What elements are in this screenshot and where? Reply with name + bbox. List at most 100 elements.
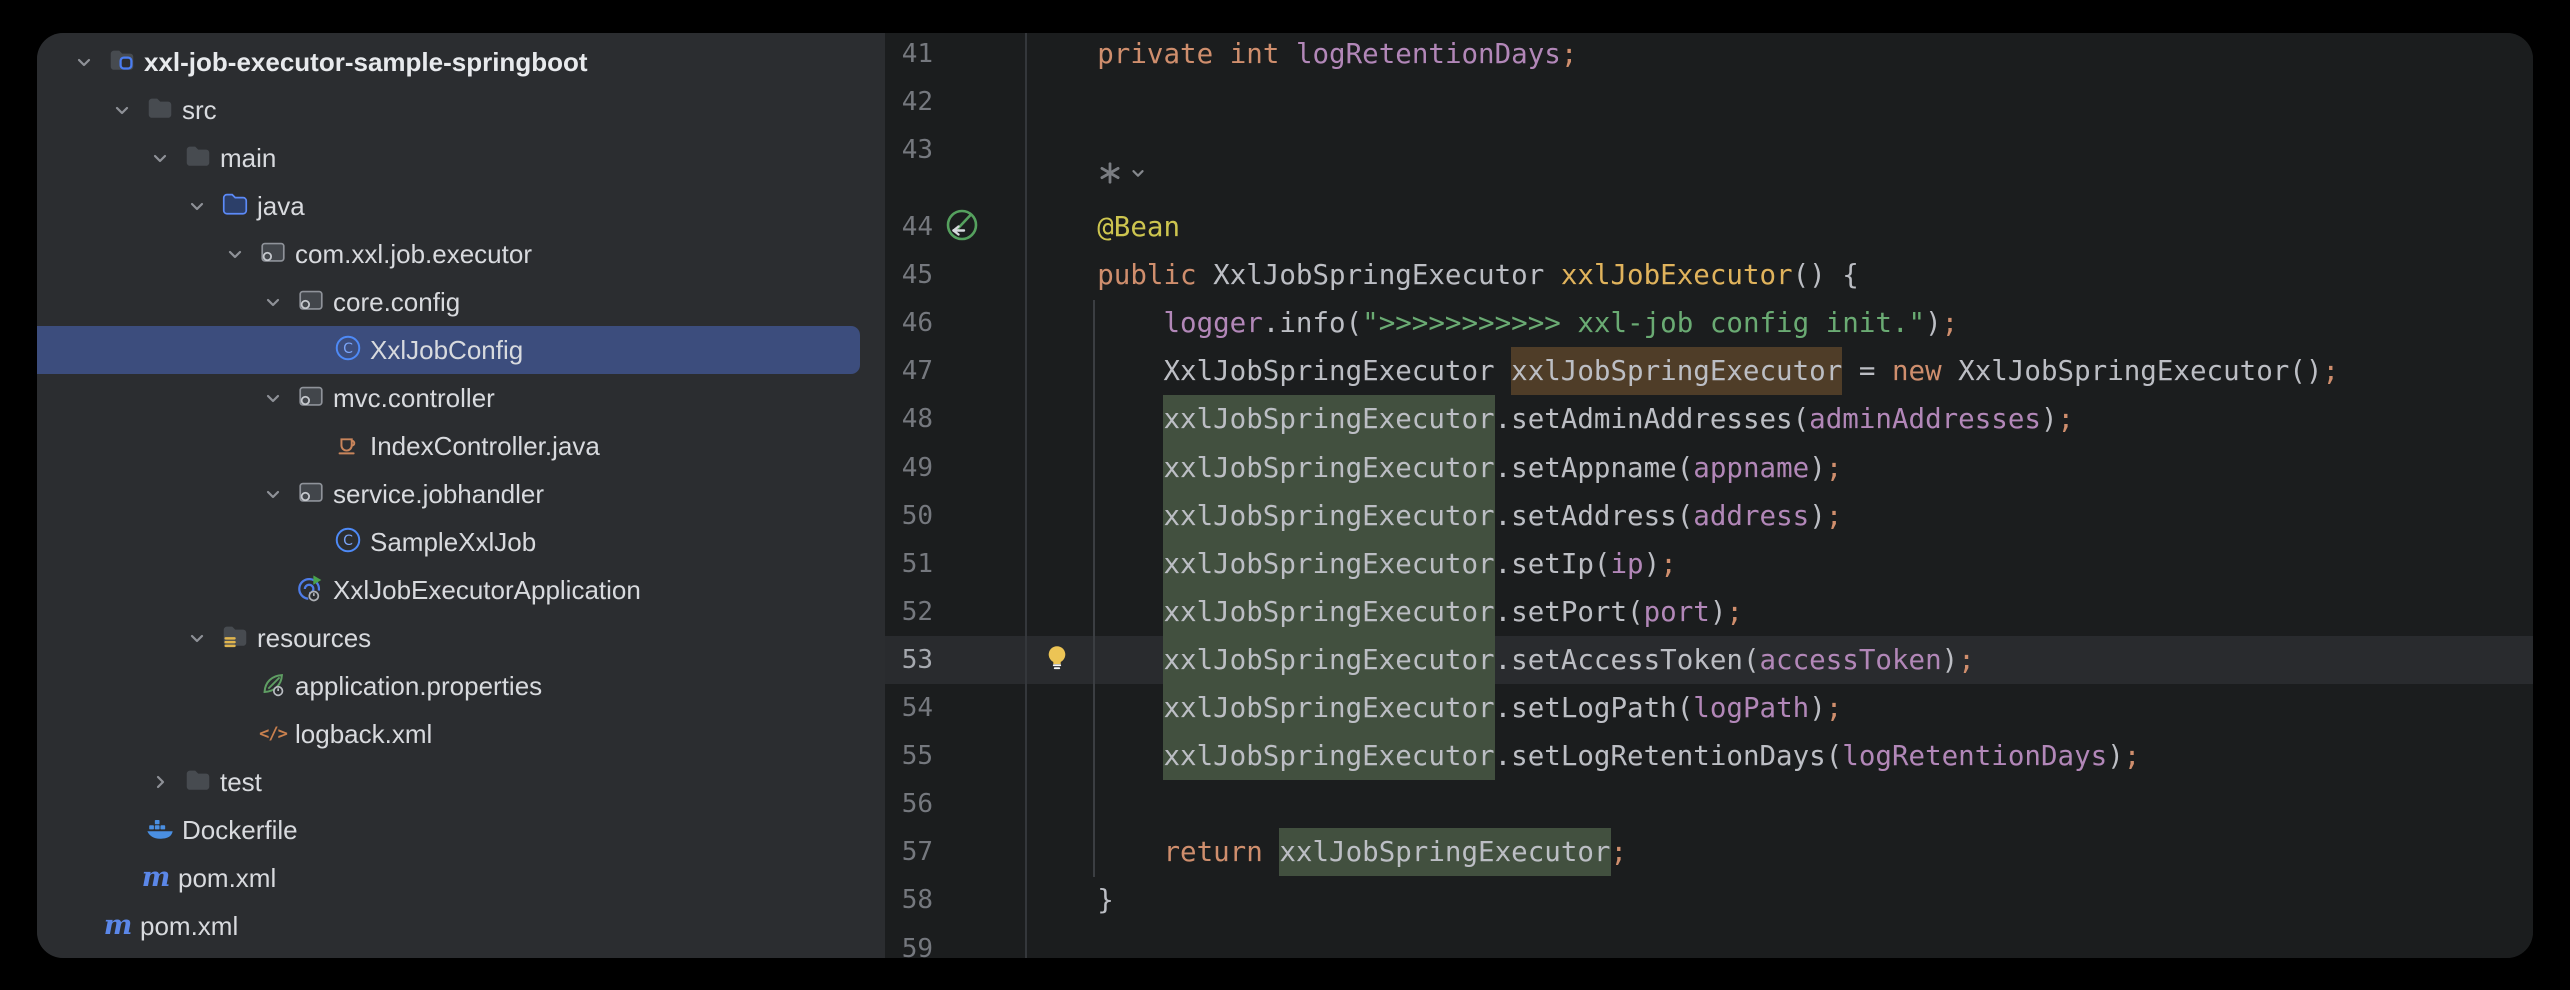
code-token: .setLogPath( <box>1495 692 1694 724</box>
tree-row-application-properties[interactable]: application.properties <box>37 662 885 710</box>
tree-row-core-config[interactable]: core.config <box>37 278 885 326</box>
code-line-54[interactable]: xxlJobSpringExecutor.setLogPath(logPath)… <box>1031 684 1842 732</box>
project-folder-icon <box>107 45 137 80</box>
code-line-51[interactable]: xxlJobSpringExecutor.setIp(ip); <box>1031 540 1677 588</box>
line-number-55[interactable]: 55 <box>885 732 933 780</box>
code-line-52[interactable]: xxlJobSpringExecutor.setPort(port); <box>1031 588 1743 636</box>
chevron-down-icon[interactable] <box>150 148 170 168</box>
chevron-down-icon[interactable] <box>187 628 207 648</box>
code-token: ) <box>1644 548 1661 580</box>
code-token: ) <box>1809 692 1826 724</box>
tree-row-test[interactable]: test <box>37 758 885 806</box>
tree-row-xxl-job-executor-sample-springboot[interactable]: xxl-job-executor-sample-springboot <box>37 38 885 86</box>
tree-row-dockerfile[interactable]: Dockerfile <box>37 806 885 854</box>
line-number-51[interactable]: 51 <box>885 540 933 588</box>
folder-icon-slot <box>145 95 175 125</box>
inlay-chevron-down-icon <box>1129 164 1147 187</box>
tree-row-main[interactable]: main <box>37 134 885 182</box>
code-token <box>1197 259 1214 291</box>
code-token: appname <box>1693 452 1809 484</box>
line-number-54[interactable]: 54 <box>885 684 933 732</box>
code-token <box>1279 38 1296 70</box>
tree-row-label: SampleXxlJob <box>370 518 536 566</box>
tree-row-com-xxl-job-executor[interactable]: com.xxl.job.executor <box>37 230 885 278</box>
chevron-down-icon[interactable] <box>263 388 283 408</box>
code-token: xxlJobSpringExecutor <box>1163 644 1494 676</box>
line-number-44[interactable]: 44 <box>885 203 933 251</box>
code-token: ; <box>2322 355 2339 387</box>
line-number-50[interactable]: 50 <box>885 492 933 540</box>
tree-row-mvc-controller[interactable]: mvc.controller <box>37 374 885 422</box>
lightbulb-gutter-slot[interactable] <box>1042 645 1072 675</box>
spring-bean-gutter-slot[interactable] <box>944 209 980 245</box>
java-file-icon <box>333 429 363 464</box>
code-token: ; <box>2124 740 2141 772</box>
tree-row-label: XxlJobConfig <box>370 326 523 374</box>
code-line-46[interactable]: logger.info(">>>>>>>>>>> xxl-job config … <box>1031 299 1958 347</box>
gutter-separator <box>1025 33 1027 958</box>
code-editor[interactable]: 41 private int logRetentionDays; 4243 44 @… <box>885 33 2533 958</box>
tree-row-java[interactable]: java <box>37 182 885 230</box>
code-line-49[interactable]: xxlJobSpringExecutor.setAppname(appname)… <box>1031 444 1842 492</box>
code-line-55[interactable]: xxlJobSpringExecutor.setLogRetentionDays… <box>1031 732 2140 780</box>
line-number-58[interactable]: 58 <box>885 876 933 924</box>
code-token: xxlJobSpringExecutor <box>1511 355 1842 387</box>
tree-row-src[interactable]: src <box>37 86 885 134</box>
chevron-down-icon[interactable] <box>225 244 245 264</box>
line-number-45[interactable]: 45 <box>885 251 933 299</box>
code-token: .setAddress( <box>1495 500 1694 532</box>
line-number-52[interactable]: 52 <box>885 588 933 636</box>
tree-row-service-jobhandler[interactable]: service.jobhandler <box>37 470 885 518</box>
spring-boot-icon <box>296 573 326 608</box>
line-number-43[interactable]: 43 <box>885 126 933 174</box>
tree-row-pom-xml[interactable]: mpom.xml <box>37 854 885 902</box>
code-line-57[interactable]: return xxlJobSpringExecutor; <box>1031 828 1627 876</box>
project-tree-panel[interactable]: xxl-job-executor-sample-springbootsrcmai… <box>37 33 885 958</box>
code-line-47[interactable]: XxlJobSpringExecutor xxlJobSpringExecuto… <box>1031 347 2339 395</box>
ai-assistant-inlay-icon <box>1097 160 1123 191</box>
chevron-down-icon[interactable] <box>112 100 132 120</box>
tree-row-indexcontroller-java[interactable]: IndexController.java <box>37 422 885 470</box>
maven-icon-slot: m <box>141 863 171 893</box>
tree-row-label: mvc.controller <box>333 374 495 422</box>
chevron-down-icon[interactable] <box>74 52 94 72</box>
code-token: public <box>1097 259 1196 291</box>
line-number-46[interactable]: 46 <box>885 299 933 347</box>
tree-row-xxljobconfig[interactable]: CXxlJobConfig <box>37 326 885 374</box>
chevron-right-icon[interactable] <box>150 772 170 792</box>
spring-boot-icon-slot <box>296 575 326 605</box>
ai-inlay-widget[interactable] <box>1095 161 1149 189</box>
line-number-56[interactable]: 56 <box>885 780 933 828</box>
code-line-48[interactable]: xxlJobSpringExecutor.setAdminAddresses(a… <box>1031 395 2074 443</box>
code-line-53[interactable]: xxlJobSpringExecutor.setAccessToken(acce… <box>1031 636 1975 684</box>
code-line-45[interactable]: public XxlJobSpringExecutor xxlJobExecut… <box>1031 251 1859 299</box>
code-line-50[interactable]: xxlJobSpringExecutor.setAddress(address)… <box>1031 492 1842 540</box>
line-number-59[interactable]: 59 <box>885 925 933 958</box>
tree-row-logback-xml[interactable]: </>logback.xml <box>37 710 885 758</box>
code-line-41[interactable]: private int logRetentionDays; <box>1031 33 1577 78</box>
code-line-58[interactable]: } <box>1031 876 1114 924</box>
code-token: ">>>>>>>>>>> xxl-job config init." <box>1362 307 1925 339</box>
line-number-48[interactable]: 48 <box>885 395 933 443</box>
code-token: ) <box>2107 740 2124 772</box>
chevron-down-icon[interactable] <box>187 196 207 216</box>
line-number-49[interactable]: 49 <box>885 444 933 492</box>
code-token: XxlJobSpringExecutor() <box>1942 355 2323 387</box>
line-number-41[interactable]: 41 <box>885 33 933 78</box>
tree-row-pom-xml[interactable]: mpom.xml <box>37 902 885 950</box>
line-number-42[interactable]: 42 <box>885 78 933 126</box>
chevron-down-icon[interactable] <box>263 484 283 504</box>
line-number-47[interactable]: 47 <box>885 347 933 395</box>
chevron-down-icon[interactable] <box>263 292 283 312</box>
tree-row-samplexxljob[interactable]: CSampleXxlJob <box>37 518 885 566</box>
code-token: ; <box>1826 692 1843 724</box>
tree-row-resources[interactable]: resources <box>37 614 885 662</box>
line-number-53[interactable]: 53 <box>885 636 933 684</box>
tree-row-xxljobexecutorapplication[interactable]: XxlJobExecutorApplication <box>37 566 885 614</box>
code-token <box>1213 38 1230 70</box>
code-token: xxlJobSpringExecutor <box>1163 403 1494 435</box>
code-line-44[interactable]: @Bean <box>1031 203 1180 251</box>
tree-row-label: src <box>182 86 217 134</box>
folder-source-icon-slot <box>220 191 250 221</box>
line-number-57[interactable]: 57 <box>885 828 933 876</box>
